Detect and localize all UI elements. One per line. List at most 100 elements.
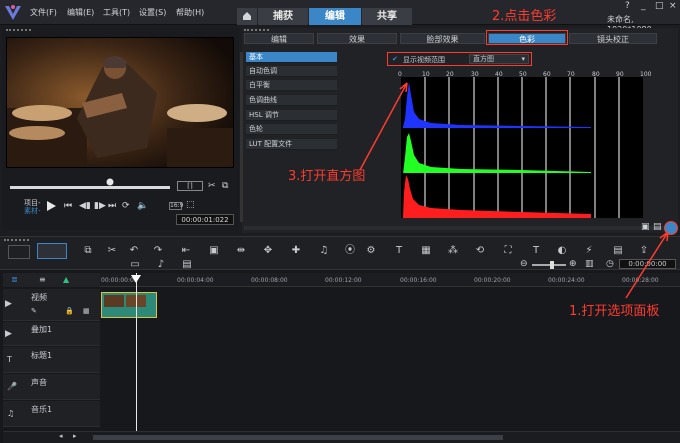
clock-icon: ◷ [606, 259, 614, 269]
enlarge-icon[interactable]: ⧉ [222, 181, 228, 191]
tab-effects[interactable]: 效果 [317, 33, 397, 44]
prev-frame-icon[interactable]: ◀▮ [79, 201, 91, 211]
ruler-label: 00:00:04:00 [177, 277, 214, 284]
chapter-icon[interactable]: ≡ [39, 275, 46, 284]
home-icon [243, 12, 251, 20]
next-frame-icon[interactable]: ▮▶ [94, 201, 106, 211]
minimize-icon[interactable]: _ [641, 1, 646, 11]
side-item-white-balance[interactable]: 白平衡 [246, 80, 337, 91]
track-manager-icon[interactable]: ≣ [11, 275, 18, 284]
preview-timecode[interactable]: 00:00:01:022 [176, 214, 234, 225]
scroll-thumb[interactable] [93, 435, 503, 440]
voice-icon[interactable]: ♫ [318, 245, 330, 256]
menu-edit[interactable]: 编辑(E) [67, 7, 94, 18]
playhead-line[interactable] [136, 273, 137, 431]
zoom-in-icon[interactable]: ⊕ [569, 259, 577, 269]
cut-icon[interactable]: ✂ [106, 245, 118, 256]
record-icon[interactable]: ⦿ [344, 245, 356, 256]
undo-icon[interactable]: ↶ [128, 245, 140, 256]
video-clip[interactable] [101, 292, 157, 318]
scope-type-dropdown[interactable]: 直方图 ▾ [469, 54, 529, 64]
side-item-tone-curve[interactable]: 色调曲线 [246, 95, 337, 106]
tab-edit[interactable]: 编辑 [309, 8, 361, 25]
fit-project-icon[interactable]: ▥ [585, 259, 594, 269]
scroll-right-icon[interactable]: ▸ [73, 432, 77, 440]
clip-mode-label[interactable]: 素材- [24, 206, 41, 216]
checkbox-icon[interactable]: ✔ [392, 55, 398, 63]
aspect-ratio-button[interactable]: 16:9 [169, 202, 183, 210]
tab-lens-correction[interactable]: 镜头校正 [569, 33, 657, 44]
loop-icon[interactable]: ⟲ [474, 245, 486, 256]
storyboard-view-button[interactable] [8, 245, 30, 259]
side-item-auto-tone[interactable]: 自动色调 [246, 66, 337, 77]
close-icon[interactable]: × [669, 1, 677, 11]
ruler-label: 00:00:24:00 [548, 277, 585, 284]
crop-icon[interactable]: ⛶ [502, 245, 514, 256]
tab-edit-options[interactable]: 编辑 [244, 33, 314, 44]
menu-tools[interactable]: 工具(T) [103, 7, 130, 18]
cut-clip-icon[interactable]: ✂ [208, 181, 216, 191]
panel-hscroll[interactable] [244, 226, 664, 230]
transition-icon[interactable]: ⁂ [447, 245, 459, 256]
go-start-icon[interactable]: ⏮ [64, 201, 72, 211]
playhead-marker-icon[interactable] [131, 275, 141, 283]
histogram-blue-channel [403, 82, 591, 128]
grid-icon[interactable]: ▦ [420, 245, 432, 256]
home-button[interactable] [237, 8, 257, 25]
go-end-icon[interactable]: ⏭ [108, 201, 116, 211]
fit-icon[interactable]: ⬚ [186, 200, 195, 210]
mask-icon[interactable]: ✚ [290, 245, 302, 256]
scope-type-value: 直方图 [473, 55, 494, 63]
title-icon[interactable]: T [393, 245, 405, 256]
timeline-view-button[interactable] [37, 243, 67, 259]
playback-scrubber[interactable] [10, 186, 170, 189]
split-icon[interactable]: ⇹ [235, 245, 247, 256]
snapshot-icon[interactable]: ▭ [129, 259, 141, 270]
speed-icon[interactable]: ⚡ [583, 245, 595, 256]
track-visibility-icon[interactable]: ▦ [83, 307, 90, 315]
motion-icon[interactable]: ✥ [262, 245, 274, 256]
track-video: ▶ 视频 ✎ 🔒 ▦ [3, 289, 100, 321]
tab-share[interactable]: 共享 [362, 8, 412, 25]
trim-marker-button[interactable]: ⌈⌉ [177, 181, 203, 191]
track-label-video: 视频 [31, 293, 47, 302]
subtitle-icon[interactable]: ▤ [181, 259, 193, 270]
side-item-hsl[interactable]: HSL 调节 [246, 110, 337, 121]
tab-face-effects[interactable]: 脸部效果 [400, 33, 485, 44]
help-icon[interactable]: ? [625, 1, 630, 11]
side-item-color-wheel[interactable]: 色轮 [246, 124, 337, 135]
annotation-box-color-tab [486, 30, 568, 45]
play-icon[interactable] [45, 200, 57, 212]
menu-help[interactable]: 帮助(H) [176, 7, 204, 18]
menu-settings[interactable]: 设置(S) [139, 7, 166, 18]
show-video-scope-label[interactable]: 显示视频范围 [403, 55, 445, 65]
heart-marker-icon[interactable] [106, 178, 114, 186]
color-icon[interactable]: ◐ [556, 245, 568, 256]
side-item-lut-profile[interactable]: LUT 配置文件 [246, 139, 337, 150]
maximize-icon[interactable]: □ [655, 1, 664, 11]
fit-timeline-icon[interactable]: ⇤ [180, 245, 192, 256]
scroll-left-icon[interactable]: ◂ [59, 432, 63, 440]
repeat-icon[interactable]: ⟳ [122, 201, 130, 211]
screenshot-icon[interactable]: ▣ [208, 245, 220, 256]
track-label-music: 音乐1 [31, 405, 53, 414]
zoom-out-icon[interactable]: ⊖ [520, 259, 528, 269]
video-preview [6, 37, 234, 168]
volume-icon[interactable]: 🔈 [137, 201, 148, 211]
audio-icon[interactable]: ♪ [155, 259, 167, 270]
tab-capture[interactable]: 捕获 [258, 8, 308, 25]
redo-icon[interactable]: ↷ [152, 245, 164, 256]
text-tool-icon[interactable]: T [530, 245, 542, 256]
timeline-hscroll[interactable]: ◂ ▸ [3, 431, 680, 443]
multi-cam-icon[interactable]: ⧉ [82, 245, 94, 256]
sound-mixer-icon[interactable]: ⚙ [365, 245, 377, 256]
track-lock-icon[interactable]: 🔒 [65, 307, 74, 315]
panel-scrollbar[interactable] [240, 52, 243, 222]
grip-icon [6, 29, 31, 31]
zoom-slider-thumb[interactable] [550, 261, 554, 269]
side-item-basic[interactable]: 基本 [246, 52, 337, 63]
zoom-slider[interactable] [532, 264, 566, 266]
menu-file[interactable]: 文件(F) [30, 7, 57, 18]
track-edit-icon[interactable]: ✎ [31, 307, 37, 315]
ripple-edit-icon[interactable]: ▲ [63, 275, 69, 284]
